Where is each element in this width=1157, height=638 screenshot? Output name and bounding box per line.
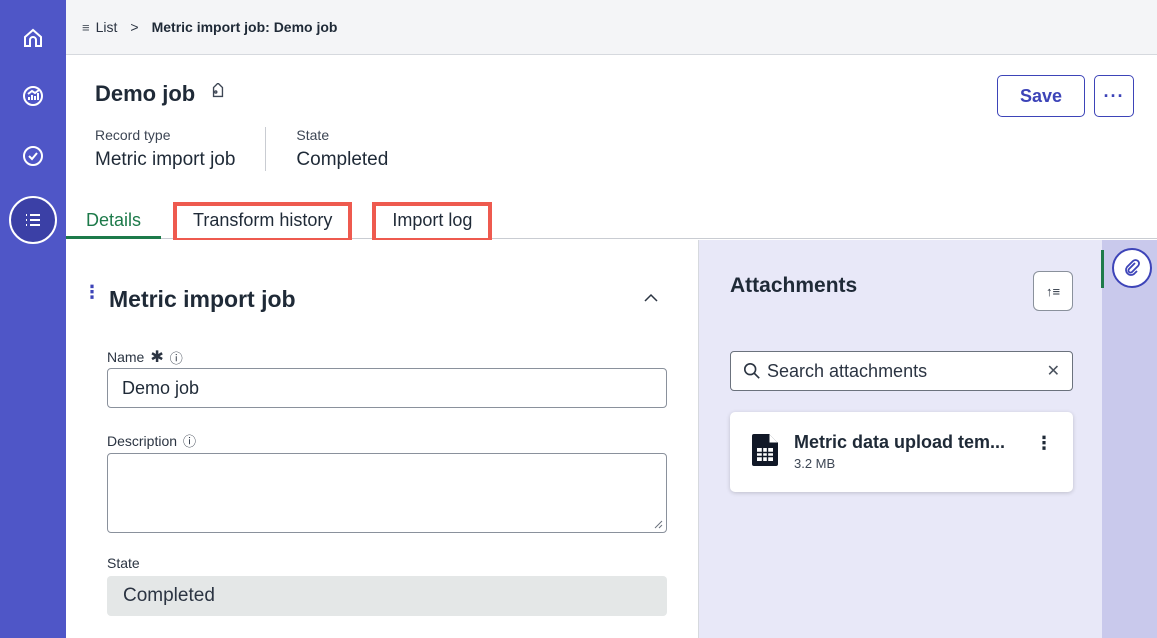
tab-transform-history[interactable]: Transform history: [173, 202, 353, 242]
attachments-panel: Attachments ↑≡ Search attachments ✕ Metr…: [698, 240, 1102, 638]
side-utility-strip: [1102, 240, 1157, 638]
attachments-title: Attachments: [730, 274, 858, 297]
record-title: Demo job: [95, 81, 196, 106]
list-icon[interactable]: [9, 196, 57, 244]
active-indicator: [1101, 250, 1104, 288]
tab-details[interactable]: Details: [66, 210, 162, 239]
search-attachments-input[interactable]: Search attachments ✕: [730, 351, 1073, 391]
required-asterisk-icon: ✱: [150, 349, 164, 366]
search-icon: [743, 362, 760, 379]
section-drag-handle-icon[interactable]: ⋮: [83, 283, 101, 301]
meta-record-type: Record type Metric import job: [95, 127, 236, 170]
save-button[interactable]: Save: [997, 75, 1085, 117]
attachment-card[interactable]: Metric data upload tem... 3.2 MB ⋮: [730, 412, 1073, 492]
breadcrumb: ≡ List > Metric import job: Demo job: [66, 0, 1157, 55]
chevron-up-icon[interactable]: [641, 288, 661, 308]
breadcrumb-separator: >: [130, 19, 139, 35]
attachment-name[interactable]: Metric data upload tem...: [794, 432, 1005, 453]
record-header: Demo job Record type Metric import job S…: [66, 55, 1157, 242]
list-lines-icon: ≡: [82, 19, 90, 35]
info-icon[interactable]: ⓘ: [183, 431, 196, 450]
check-circle-icon[interactable]: [13, 136, 53, 176]
state-field: Completed: [107, 576, 667, 616]
name-field[interactable]: Demo job: [107, 368, 667, 408]
section-title: Metric import job: [109, 286, 296, 312]
attachment-size: 3.2 MB: [794, 456, 836, 471]
breadcrumb-current: Metric import job: Demo job: [151, 19, 338, 35]
analytics-icon[interactable]: [13, 76, 53, 116]
page-title: Demo job: [95, 81, 227, 107]
info-icon[interactable]: ⓘ: [170, 348, 183, 367]
tag-icon[interactable]: [209, 81, 227, 107]
home-icon[interactable]: [13, 18, 53, 58]
paperclip-icon[interactable]: [1112, 248, 1152, 288]
record-meta: Record type Metric import job State Comp…: [95, 127, 418, 171]
spreadsheet-file-icon: [752, 434, 778, 466]
state-field-label: State: [107, 555, 140, 571]
breadcrumb-list-link[interactable]: ≡ List: [82, 19, 117, 35]
attachment-more-icon[interactable]: ⋮: [1035, 434, 1053, 452]
name-field-label: Name ✱ ⓘ: [107, 348, 183, 367]
description-field[interactable]: [107, 453, 667, 533]
record-tabs: Details Transform history Import log: [66, 199, 493, 242]
description-field-label: Description ⓘ: [107, 431, 197, 450]
meta-state: State Completed: [265, 127, 418, 171]
close-icon[interactable]: ✕: [1047, 361, 1060, 381]
tab-import-log[interactable]: Import log: [372, 202, 493, 242]
nav-rail: [0, 0, 66, 638]
sort-icon[interactable]: ↑≡: [1033, 271, 1073, 311]
details-panel: ⋮ Metric import job Name ✱ ⓘ Demo job De…: [66, 240, 698, 638]
more-actions-button[interactable]: ···: [1094, 75, 1134, 117]
resize-handle-icon[interactable]: [653, 519, 663, 529]
